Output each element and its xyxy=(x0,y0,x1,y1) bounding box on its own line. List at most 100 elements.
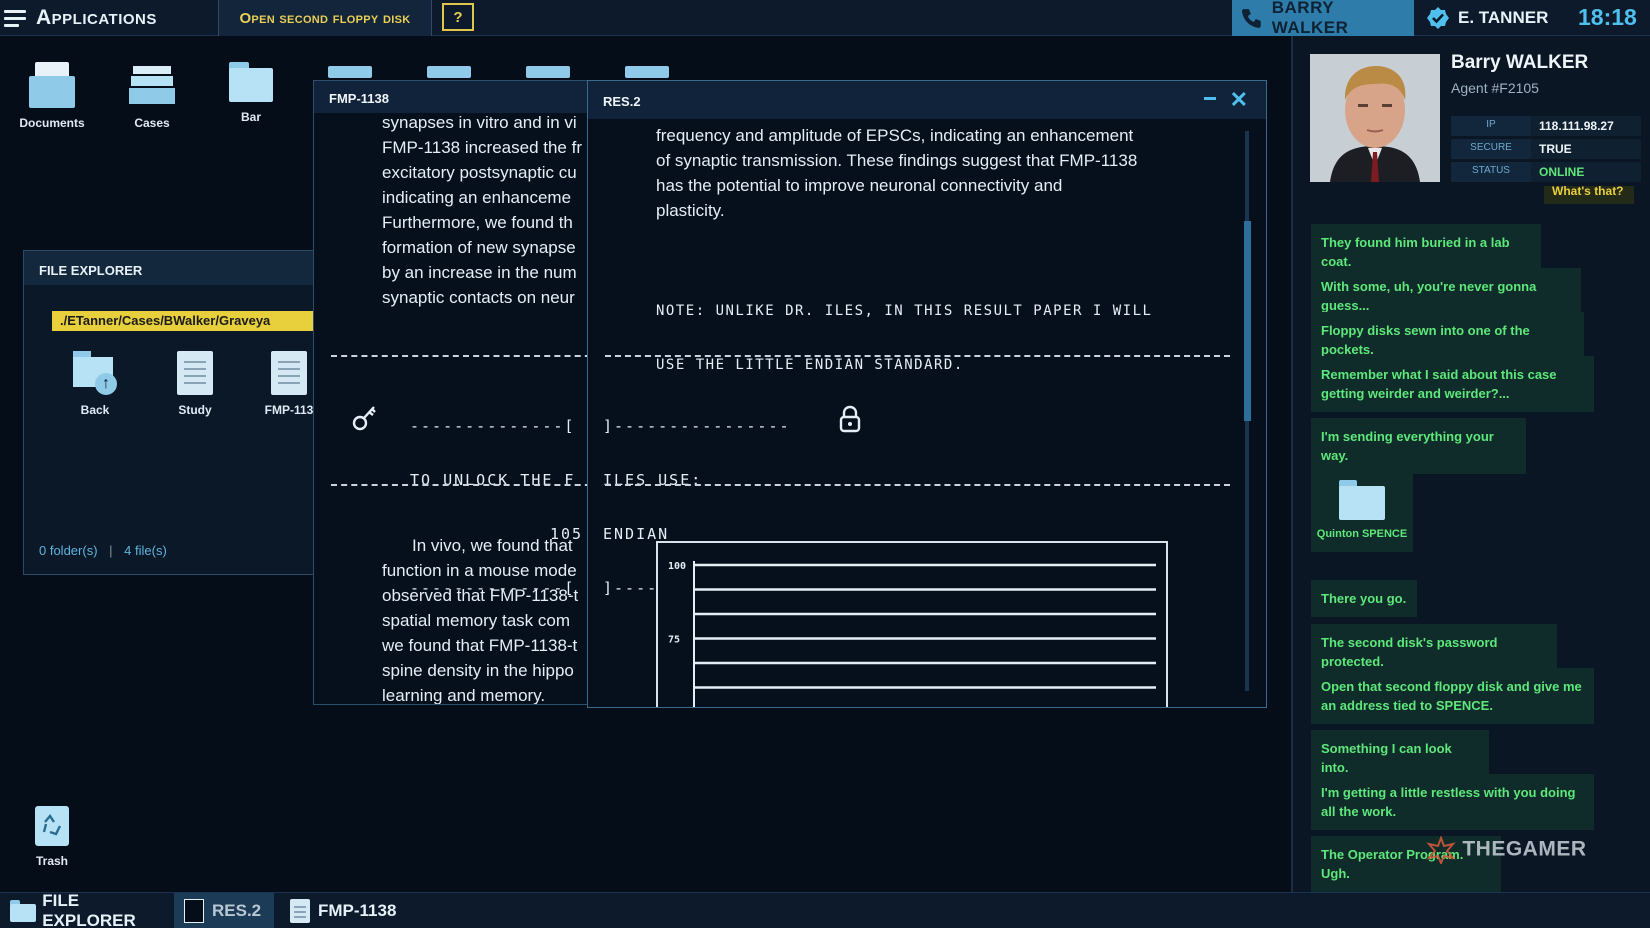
note-line: NOTE: UNLIKE DR. ILES, IN THIS RESULT PA… xyxy=(656,303,1153,319)
study-label: Study xyxy=(178,403,212,417)
text-line: of synaptic transmission. These findings… xyxy=(656,151,1138,170)
chat-message: Open that second floppy disk and give me… xyxy=(1311,668,1594,724)
folder-icon[interactable] xyxy=(328,66,372,78)
watermark: THEGAMER xyxy=(1426,835,1587,866)
text-line: has the potential to improve neuronal co… xyxy=(656,176,1063,195)
text-line: spine density in the hippo xyxy=(382,661,574,680)
divider xyxy=(331,484,600,486)
explorer-item-study[interactable]: Study xyxy=(160,351,230,417)
info-row-status: STATUS ONLINE xyxy=(1451,162,1641,182)
back-folder-icon: ↑ xyxy=(73,351,117,395)
lock-line: ]---------------- xyxy=(603,417,791,435)
documents-label: Documents xyxy=(19,116,85,130)
text-line: indicating an enhanceme xyxy=(382,188,572,207)
key-icon[interactable] xyxy=(352,403,378,433)
taskbar-item-file-explorer[interactable]: FILE EXPLORER xyxy=(0,891,168,928)
portrait-image xyxy=(1310,54,1440,182)
status-label: STATUS xyxy=(1451,162,1531,182)
file-explorer-title: FILE EXPLORER xyxy=(24,251,317,285)
desktop-icon-documents[interactable]: Documents xyxy=(12,62,92,130)
ip-label: IP xyxy=(1451,116,1531,136)
taskbar-label: FILE EXPLORER xyxy=(42,891,136,928)
res-window-titlebar: RES.2 ✕ xyxy=(588,81,1266,119)
explorer-status: 0 folder(s) | 4 file(s) xyxy=(39,543,167,558)
contact-name: Barry WALKER xyxy=(1451,52,1589,73)
folder-count: 0 folder(s) xyxy=(39,543,98,558)
cases-tray-icon xyxy=(129,62,175,108)
chart-canvas: 1007550 xyxy=(668,561,1156,707)
taskbar-item-res[interactable]: RES.2 xyxy=(174,893,274,928)
text-line: synaptic contacts on neur xyxy=(382,288,575,307)
help-button[interactable]: ? xyxy=(442,3,474,31)
lock-line: ILES USE: xyxy=(603,471,703,489)
file-explorer-window[interactable]: FILE EXPLORER ./ETanner/Cases/BWalker/Gr… xyxy=(23,250,319,575)
file-count: 4 file(s) xyxy=(124,543,167,558)
res-window-title: RES.2 xyxy=(603,94,641,109)
fmp-paragraph-2: In vivo, we found that function in a mou… xyxy=(382,533,600,705)
text-line: learning and memory. xyxy=(382,686,546,705)
res-document-window[interactable]: RES.2 ✕ frequency and amplitude of EPSCs… xyxy=(587,80,1267,708)
text-line: function in a mouse mode xyxy=(382,561,577,580)
documents-folder-icon xyxy=(29,62,75,108)
unlock-line: --------------[ xyxy=(410,417,576,435)
text-line: spatial memory task com xyxy=(382,611,570,630)
fmp-label: FMP-113 xyxy=(264,403,314,417)
desktop-icon-bar[interactable]: Bar xyxy=(211,62,291,124)
path-bar[interactable]: ./ETanner/Cases/BWalker/Graveya xyxy=(52,311,319,331)
res-paragraph: frequency and amplitude of EPSCs, indica… xyxy=(656,123,1137,223)
minimize-button[interactable] xyxy=(1204,97,1216,100)
text-line: we found that FMP-1138-t xyxy=(382,636,578,655)
text-line: by an increase in the num xyxy=(382,263,577,282)
text-line: FMP-1138 increased the fr xyxy=(382,138,582,157)
chat-message: There you go. xyxy=(1311,580,1417,617)
divider xyxy=(331,355,600,357)
explorer-item-back[interactable]: ↑ Back xyxy=(60,351,130,417)
top-bar: Applications Open second floppy disk ? B… xyxy=(0,0,1650,37)
watermark-text: THEGAMER xyxy=(1462,837,1587,861)
taskbar: FILE EXPLORER RES.2 FMP-1138 xyxy=(0,891,1650,928)
taskbar-item-fmp[interactable]: FMP-1138 xyxy=(280,893,410,928)
lock-icon[interactable] xyxy=(838,405,862,433)
shared-folder-label: Quinton SPENCE xyxy=(1316,528,1408,540)
fmp-paragraph-1: synapses in vitro and in vi FMP-1138 inc… xyxy=(382,110,600,310)
desktop-icon-trash[interactable]: Trash xyxy=(12,802,92,868)
menu-icon xyxy=(4,9,28,27)
contact-agent-id: Agent #F2105 xyxy=(1451,80,1539,96)
close-button[interactable]: ✕ xyxy=(1230,87,1248,113)
taskbar-label: RES.2 xyxy=(212,901,262,920)
result-chart: 1007550 xyxy=(656,541,1168,707)
bar-label: Bar xyxy=(240,110,261,124)
folder-icon xyxy=(10,900,36,922)
fmp-document-window[interactable]: FMP-1138 synapses in vitro and in vi FMP… xyxy=(313,80,601,705)
applications-menu[interactable]: Applications xyxy=(4,4,157,32)
agent-name: E. TANNER xyxy=(1458,8,1549,27)
secure-label: SECURE xyxy=(1451,139,1531,159)
agent-profile[interactable]: E. TANNER xyxy=(1426,0,1556,36)
scrollbar-thumb[interactable] xyxy=(1244,221,1251,421)
call-name: BARRY WALKER xyxy=(1271,0,1349,37)
text-line: plasticity. xyxy=(656,201,725,220)
call-contact-button[interactable]: BARRY WALKER xyxy=(1232,0,1414,37)
folder-icon[interactable] xyxy=(526,66,570,78)
ip-value: 118.111.98.27 xyxy=(1531,116,1641,136)
avatar xyxy=(1310,54,1440,182)
current-task: Open second floppy disk xyxy=(218,0,432,36)
chart-y-tick-label: 100 xyxy=(668,561,686,572)
folder-icon xyxy=(1339,480,1385,520)
trash-label: Trash xyxy=(35,854,68,868)
shared-folder-quinton[interactable]: Quinton SPENCE xyxy=(1311,464,1413,552)
desktop-icon-cases[interactable]: Cases xyxy=(112,62,192,130)
fmp-window-title: FMP-1138 xyxy=(314,81,600,113)
chat-message: I'm getting a little restless with you d… xyxy=(1311,774,1594,830)
document-icon xyxy=(177,351,213,395)
folder-icon[interactable] xyxy=(625,66,669,78)
text-line: Furthermore, we found th xyxy=(382,213,573,232)
chat-message: Remember what I said about this case get… xyxy=(1311,356,1594,412)
phone-icon xyxy=(1241,9,1261,28)
back-label: Back xyxy=(80,403,110,417)
text-line: formation of new synapse xyxy=(382,238,576,257)
divider xyxy=(605,484,1230,486)
text-line: frequency and amplitude of EPSCs, indica… xyxy=(656,126,1134,145)
folder-icon[interactable] xyxy=(427,66,471,78)
note-line: USE THE LITTLE ENDIAN STANDARD. xyxy=(656,357,964,373)
